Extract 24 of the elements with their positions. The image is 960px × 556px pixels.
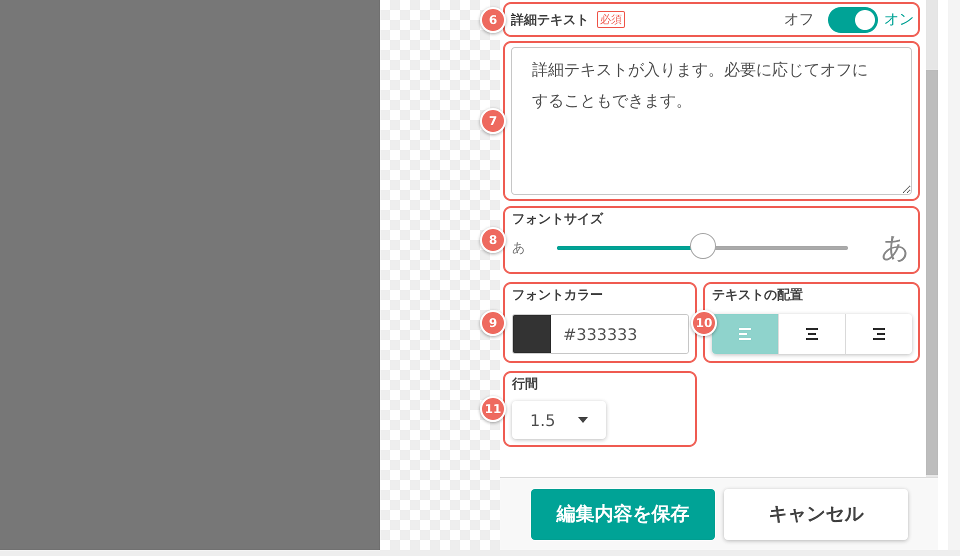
field-label: フォントカラー	[512, 287, 604, 304]
field-label: フォントサイズ	[512, 211, 604, 228]
align-right-icon	[871, 327, 887, 341]
field-label: 行間	[512, 376, 539, 393]
align-center-icon	[804, 327, 820, 341]
detail-text-area[interactable]: 詳細テキストが入ります。必要に応じてオフにすることもできます。	[511, 47, 912, 195]
large-glyph: あ	[881, 230, 910, 266]
align-center-button[interactable]	[778, 314, 845, 354]
step-marker: 10	[691, 310, 717, 336]
required-tag: 必須	[597, 11, 625, 28]
align-right-button[interactable]	[845, 314, 912, 354]
slider-thumb[interactable]	[690, 233, 716, 259]
font-size-slider[interactable]	[556, 235, 849, 261]
field-label: 詳細テキスト	[511, 12, 589, 28]
scrollbar-thumb[interactable]	[926, 70, 938, 475]
dropdown-caret-icon	[578, 417, 588, 423]
off-label: オフ	[784, 10, 814, 29]
toggle-switch[interactable]	[828, 6, 878, 32]
cancel-button[interactable]: キャンセル	[724, 488, 908, 540]
field-label: テキストの配置	[712, 287, 804, 304]
line-spacing-select[interactable]: 1.5	[512, 401, 606, 439]
small-glyph: あ	[512, 240, 526, 257]
on-label: オン	[884, 10, 914, 29]
align-left-icon	[737, 327, 753, 341]
